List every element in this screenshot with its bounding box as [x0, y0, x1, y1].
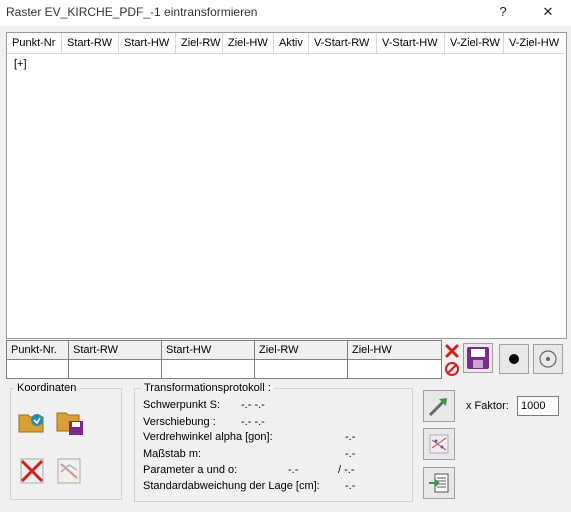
save-button[interactable] [463, 343, 493, 373]
entry-col: Start-HW [162, 340, 255, 379]
protokoll-verschiebung-label: Verschiebung : [143, 416, 216, 428]
grid-header: Punkt-Nr Start-RW Start-HW Ziel-RW Ziel-… [7, 33, 564, 54]
col-header[interactable]: Ziel-HW [223, 33, 274, 53]
entry-col: Punkt-Nr. [6, 340, 69, 379]
entry-col-header: Ziel-RW [255, 341, 347, 360]
entry-input-start-rw[interactable] [69, 360, 161, 378]
transform-image-button[interactable] [55, 456, 85, 486]
faktor-input[interactable] [517, 396, 559, 416]
entry-col-header: Start-HW [162, 341, 254, 360]
col-header[interactable]: V-Ziel-RW [445, 33, 504, 53]
entry-col: Ziel-RW [255, 340, 348, 379]
col-header[interactable]: Ziel-RW [176, 33, 223, 53]
protokoll-standardabweichung-label: Standardabweichung der Lage [cm]: [143, 480, 320, 492]
cancel-icon[interactable] [444, 361, 460, 377]
protokoll-massstab-label: Maßstab m: [143, 448, 202, 460]
target-circle-icon [539, 350, 557, 368]
floppy-disk-icon [467, 347, 489, 369]
entry-input-start-hw[interactable] [162, 360, 254, 378]
compute-transform-button[interactable] [423, 390, 455, 422]
filled-dot-icon [509, 354, 519, 364]
col-header[interactable]: V-Start-HW [377, 33, 445, 53]
entry-col: Start-RW [69, 340, 162, 379]
add-row-button[interactable]: [+] [14, 58, 27, 70]
circle-mode-button[interactable] [533, 344, 563, 374]
col-header[interactable]: Start-HW [119, 33, 176, 53]
delete-points-button[interactable] [17, 456, 47, 486]
apply-transform-button[interactable] [423, 467, 455, 499]
points-grid[interactable]: Punkt-Nr Start-RW Start-HW Ziel-RW Ziel-… [6, 32, 567, 339]
protokoll-parameter-value-o: / -.- [338, 464, 355, 476]
map-transform-icon [57, 458, 81, 484]
protokoll-verdrehwinkel-label: Verdrehwinkel alpha [gon]: [143, 431, 273, 443]
protokoll-parameter-label: Parameter a und o: [143, 464, 238, 476]
folder-open-icon [18, 414, 44, 433]
close-button[interactable]: ✕ [534, 2, 562, 22]
import-document-icon [429, 473, 449, 493]
delete-icon[interactable] [444, 343, 460, 359]
koordinaten-label: Koordinaten [14, 382, 80, 394]
open-folder-button[interactable] [17, 407, 47, 437]
protokoll-label: Transformationsprotokoll : [141, 382, 274, 394]
col-header[interactable]: Start-RW [62, 33, 119, 53]
faktor-label: x Faktor: [466, 400, 509, 412]
save-folder-button[interactable] [55, 407, 85, 437]
help-button[interactable]: ? [489, 2, 517, 22]
preview-transform-button[interactable] [423, 428, 455, 460]
entry-table: Punkt-Nr. Start-RW Start-HW Ziel-RW Ziel… [6, 340, 442, 379]
col-header[interactable]: V-Ziel-HW [504, 33, 564, 53]
entry-col: Ziel-HW [348, 340, 442, 379]
transform-preview-icon [429, 434, 449, 454]
entry-col-header: Ziel-HW [348, 341, 441, 360]
folder-save-icon [56, 412, 83, 435]
entry-input-ziel-rw[interactable] [255, 360, 347, 378]
protokoll-schwerpunkt-value: -.- -.- [241, 399, 265, 411]
entry-col-header: Punkt-Nr. [7, 341, 68, 360]
protokoll-verdrehwinkel-value: -.- [345, 431, 356, 443]
entry-col-header: Start-RW [69, 341, 161, 360]
point-mode-button[interactable] [499, 344, 529, 374]
col-header[interactable]: Aktiv [274, 33, 309, 53]
protokoll-standardabweichung-value: -.- [345, 480, 356, 492]
entry-input-ziel-hw[interactable] [348, 360, 441, 378]
protokoll-schwerpunkt-label: Schwerpunkt S: [143, 399, 221, 411]
delete-points-icon [20, 458, 44, 484]
col-header[interactable]: V-Start-RW [309, 33, 377, 53]
protokoll-verschiebung-value: -.- -.- [241, 416, 265, 428]
protokoll-parameter-value-a: -.- [288, 464, 299, 476]
arrow-pointer-icon [428, 398, 447, 417]
protokoll-massstab-value: -.- [345, 448, 356, 460]
entry-input-punktnr[interactable] [7, 360, 68, 378]
col-header[interactable]: Punkt-Nr [7, 33, 62, 53]
window-title: Raster EV_KIRCHE_PDF_-1 eintransformiere… [6, 5, 258, 19]
